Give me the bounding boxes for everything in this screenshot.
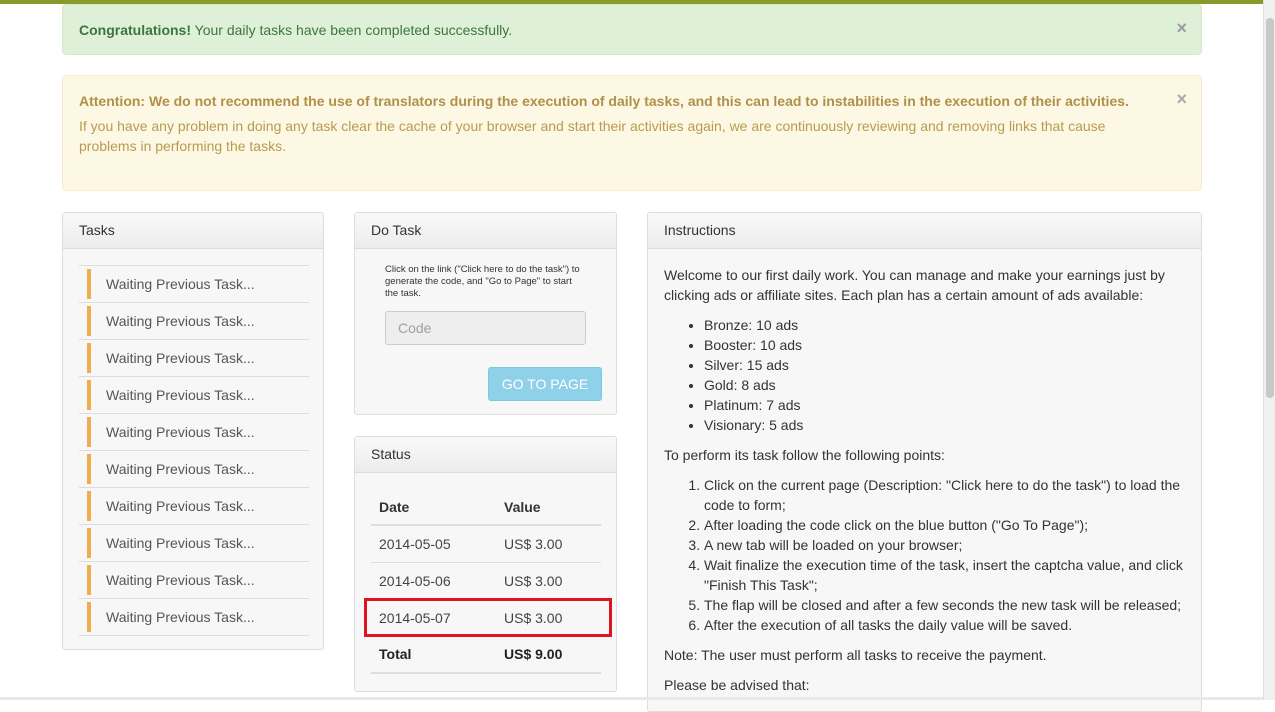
task-label: Waiting Previous Task... [106, 498, 255, 514]
table-row: 2014-05-05 US$ 3.00 [371, 525, 601, 562]
list-item: After loading the code click on the blue… [704, 515, 1194, 535]
column-header-date: Date [371, 489, 496, 525]
task-list-item[interactable]: Waiting Previous Task... [79, 562, 309, 599]
row-value: US$ 3.00 [496, 525, 601, 562]
row-date: 2014-05-06 [371, 562, 496, 599]
table-row: 2014-05-06 US$ 3.00 [371, 562, 601, 599]
vertical-scrollbar[interactable] [1263, 0, 1275, 700]
task-status-bar [87, 380, 91, 410]
table-header-row: Date Value [371, 489, 601, 525]
step-list: Click on the current page (Description: … [664, 475, 1194, 635]
instructions-steps-intro: To perform its task follow the following… [664, 445, 1194, 465]
success-alert: Congratulations! Your daily tasks have b… [62, 4, 1202, 55]
task-label: Waiting Previous Task... [106, 609, 255, 625]
row-date: 2014-05-05 [371, 525, 496, 562]
total-label: Total [371, 636, 496, 673]
list-item: Gold: 8 ads [704, 375, 1194, 395]
instructions-intro: Welcome to our first daily work. You can… [664, 265, 1194, 305]
task-status-bar [87, 454, 91, 484]
task-label: Waiting Previous Task... [106, 350, 255, 366]
list-item: Booster: 10 ads [704, 335, 1194, 355]
success-alert-text: Your daily tasks have been completed suc… [191, 22, 512, 38]
list-item: The flap will be closed and after a few … [704, 595, 1194, 615]
task-label: Waiting Previous Task... [106, 461, 255, 477]
do-task-panel-heading: Do Task [355, 213, 616, 249]
task-list-item[interactable]: Waiting Previous Task... [79, 599, 309, 636]
list-item: Click on the current page (Description: … [704, 475, 1194, 515]
status-panel: Status Date Value 2014-05-05 US$ 3.00 20… [354, 436, 617, 692]
warning-alert: Attention: We do not recommend the use o… [62, 75, 1202, 191]
success-alert-title: Congratulations! [79, 22, 191, 38]
do-task-hint: Click on the link ("Click here to do the… [385, 264, 585, 300]
total-row: Total US$ 9.00 [371, 636, 601, 673]
task-list-item[interactable]: Waiting Previous Task... [79, 451, 309, 488]
task-status-bar [87, 565, 91, 595]
warning-alert-text: If you have any problem in doing any tas… [79, 116, 1161, 156]
instructions-panel-heading: Instructions [648, 213, 1201, 249]
task-list-item[interactable]: Waiting Previous Task... [79, 377, 309, 414]
close-icon[interactable]: × [1176, 90, 1187, 108]
list-item: After the execution of all tasks the dai… [704, 615, 1194, 635]
task-status-bar [87, 417, 91, 447]
task-list-item[interactable]: Waiting Previous Task... [79, 266, 309, 303]
list-item: Bronze: 10 ads [704, 315, 1194, 335]
code-input[interactable] [385, 311, 586, 345]
task-list-item[interactable]: Waiting Previous Task... [79, 488, 309, 525]
task-label: Waiting Previous Task... [106, 313, 255, 329]
task-status-bar [87, 528, 91, 558]
go-to-page-button[interactable]: GO TO PAGE [488, 367, 602, 401]
status-panel-heading: Status [355, 437, 616, 473]
tasks-panel-heading: Tasks [63, 213, 323, 249]
task-status-bar [87, 491, 91, 521]
instructions-note: Note: The user must perform all tasks to… [664, 645, 1194, 665]
task-label: Waiting Previous Task... [106, 535, 255, 551]
list-item: Platinum: 7 ads [704, 395, 1194, 415]
total-value: US$ 9.00 [496, 636, 601, 673]
task-list-item[interactable]: Waiting Previous Task... [79, 340, 309, 377]
instructions-panel: Instructions Welcome to our first daily … [647, 212, 1202, 712]
do-task-panel: Do Task Click on the link ("Click here t… [354, 212, 617, 415]
task-status-bar [87, 306, 91, 336]
close-icon[interactable]: × [1176, 19, 1187, 37]
task-status-bar [87, 269, 91, 299]
column-header-value: Value [496, 489, 601, 525]
scrollbar-thumb[interactable] [1266, 18, 1274, 398]
status-table: Date Value 2014-05-05 US$ 3.00 2014-05-0… [371, 489, 601, 674]
list-item: Silver: 15 ads [704, 355, 1194, 375]
list-item: Visionary: 5 ads [704, 415, 1194, 435]
list-item: A new tab will be loaded on your browser… [704, 535, 1194, 555]
plan-list: Bronze: 10 adsBooster: 10 adsSilver: 15 … [664, 315, 1194, 435]
instructions-body: Welcome to our first daily work. You can… [664, 265, 1194, 705]
task-list-item[interactable]: Waiting Previous Task... [79, 525, 309, 562]
list-item: Wait finalize the execution time of the … [704, 555, 1194, 595]
warning-alert-title: Attention: We do not recommend the use o… [79, 91, 1161, 111]
task-label: Waiting Previous Task... [106, 387, 255, 403]
task-list: Waiting Previous Task... Waiting Previous… [79, 265, 309, 636]
highlight-annotation-box [364, 598, 612, 637]
tasks-panel: Tasks Waiting Previous Task...Waiting Pr… [62, 212, 324, 650]
task-label: Waiting Previous Task... [106, 424, 255, 440]
row-value: US$ 3.00 [496, 562, 601, 599]
task-label: Waiting Previous Task... [106, 572, 255, 588]
instructions-advised: Please be advised that: [664, 675, 1194, 695]
task-list-item[interactable]: Waiting Previous Task... [79, 414, 309, 451]
task-label: Waiting Previous Task... [106, 276, 255, 292]
task-status-bar [87, 602, 91, 632]
task-list-item[interactable]: Waiting Previous Task... [79, 303, 309, 340]
task-status-bar [87, 343, 91, 373]
